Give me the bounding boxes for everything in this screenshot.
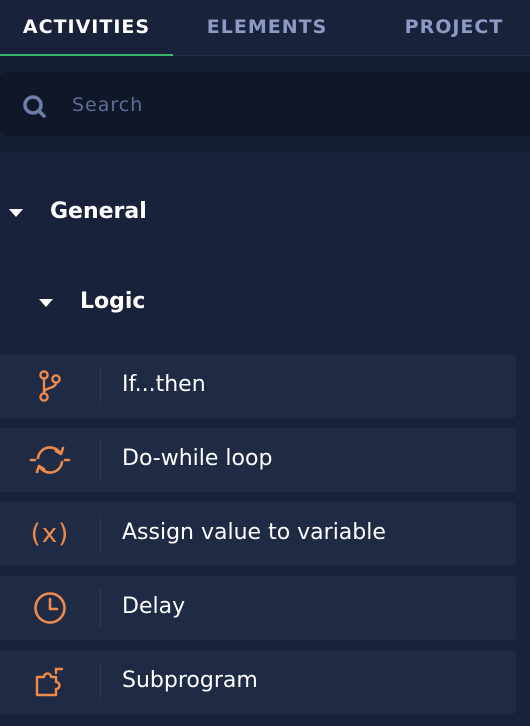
loop-icon bbox=[29, 446, 71, 474]
search-icon[interactable] bbox=[22, 94, 48, 120]
activity-icon-cell bbox=[0, 650, 100, 714]
activity-if-then[interactable]: If...then bbox=[0, 354, 516, 418]
activity-assign-variable[interactable]: (x) Assign value to variable bbox=[0, 502, 516, 566]
activity-icon-cell bbox=[0, 428, 100, 492]
search-input[interactable] bbox=[70, 86, 514, 124]
activity-icon-cell bbox=[0, 354, 100, 418]
activity-separator bbox=[100, 440, 101, 480]
variable-icon: (x) bbox=[30, 519, 70, 549]
tree-group-general[interactable]: General bbox=[0, 186, 530, 240]
activity-label: Do-while loop bbox=[122, 446, 273, 471]
branch-icon bbox=[39, 370, 61, 402]
activity-icon-cell bbox=[0, 576, 100, 640]
tree-group-label: General bbox=[50, 199, 147, 224]
activity-separator bbox=[100, 588, 101, 628]
activity-separator bbox=[100, 514, 101, 554]
tree-group-logic[interactable]: Logic bbox=[0, 276, 530, 330]
activity-separator bbox=[100, 366, 101, 406]
activity-label: Subprogram bbox=[122, 668, 258, 693]
activity-label: Assign value to variable bbox=[122, 520, 386, 545]
tab-bar: ACTIVITIES ELEMENTS PROJECT bbox=[0, 0, 530, 56]
tab-elements[interactable]: ELEMENTS bbox=[188, 0, 346, 54]
activity-do-while-loop[interactable]: Do-while loop bbox=[0, 428, 516, 492]
activity-subprogram[interactable]: Subprogram bbox=[0, 650, 516, 714]
tab-activities[interactable]: ACTIVITIES bbox=[0, 0, 173, 54]
activities-panel: ACTIVITIES ELEMENTS PROJECT General Logi… bbox=[0, 0, 530, 726]
caret-down-icon[interactable] bbox=[9, 209, 23, 217]
search-area bbox=[0, 56, 530, 152]
tab-project[interactable]: PROJECT bbox=[388, 0, 520, 54]
activity-separator bbox=[100, 662, 101, 702]
caret-down-icon[interactable] bbox=[39, 299, 53, 307]
activity-label: If...then bbox=[122, 372, 206, 397]
activity-label: Delay bbox=[122, 594, 186, 619]
clock-icon bbox=[34, 592, 66, 624]
activity-icon-cell: (x) bbox=[0, 502, 100, 566]
tree-group-label: Logic bbox=[80, 289, 146, 314]
puzzle-icon bbox=[35, 667, 64, 697]
activity-delay[interactable]: Delay bbox=[0, 576, 516, 640]
search-box bbox=[0, 72, 530, 136]
